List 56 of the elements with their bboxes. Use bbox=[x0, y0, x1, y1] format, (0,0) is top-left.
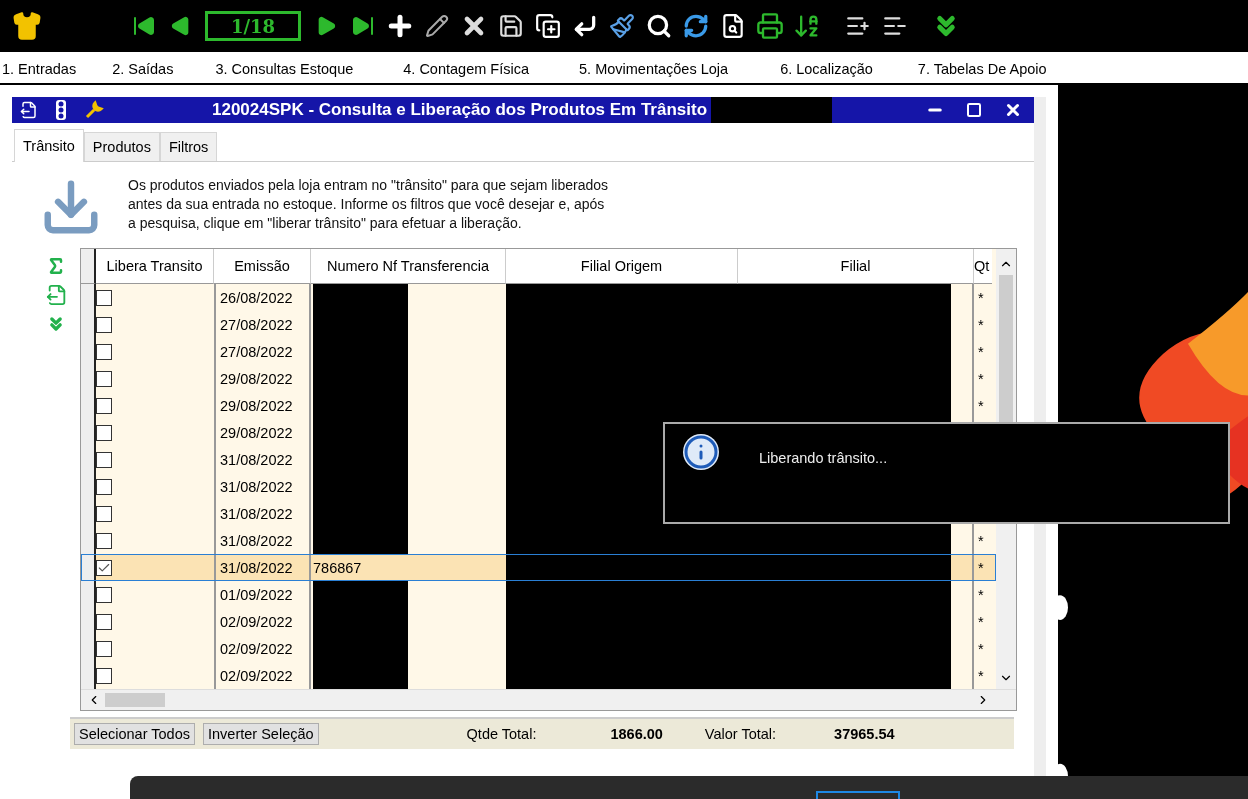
table-cell: * bbox=[978, 397, 984, 414]
popup-message: Liberando trânsito... bbox=[759, 450, 888, 466]
table-cell: 31/08/2022 bbox=[220, 505, 293, 522]
table-cell: * bbox=[978, 586, 984, 603]
tab[interactable]: Produtos bbox=[83, 132, 160, 161]
menu-item[interactable]: 1. Entradas bbox=[2, 61, 77, 77]
total-value: 1866.00 bbox=[610, 726, 663, 742]
menu-item[interactable]: 6. Localização bbox=[780, 61, 873, 77]
table-cell: 01/09/2022 bbox=[220, 586, 293, 603]
menu-item[interactable]: 2. Saídas bbox=[112, 61, 174, 77]
table-cell: 29/08/2022 bbox=[220, 424, 293, 441]
column-header[interactable]: Emissão bbox=[214, 249, 311, 284]
table-cell: * bbox=[978, 613, 984, 630]
table-cell: 31/08/2022 bbox=[220, 478, 293, 495]
menu-item[interactable]: 4. Contagem Física bbox=[403, 61, 529, 77]
table-cell: * bbox=[978, 532, 984, 549]
table-cell: * bbox=[978, 289, 984, 306]
table-cell: 31/08/2022 bbox=[220, 532, 293, 549]
table-cell: 02/09/2022 bbox=[220, 667, 293, 684]
table-cell: 02/09/2022 bbox=[220, 613, 293, 630]
description-text: Os produtos enviados pela loja entram no "trânsito" para que sejam liberados bbox=[128, 176, 608, 195]
menu-item[interactable]: 3. Consultas Estoque bbox=[215, 61, 354, 77]
selected-row[interactable]: 31/08/2022 786867 * bbox=[81, 554, 996, 581]
description-text: a pesquisa, clique em "liberar trânsito" para efetuar a liberação. bbox=[128, 214, 523, 233]
footer-button[interactable]: Selecionar Todos bbox=[74, 723, 195, 745]
total-value: 37965.54 bbox=[834, 726, 895, 742]
table-cell: 31/08/2022 bbox=[220, 451, 293, 468]
total-label: Valor Total: bbox=[704, 726, 777, 742]
table-cell: 29/08/2022 bbox=[220, 397, 293, 414]
column-header[interactable]: Filial bbox=[738, 249, 974, 284]
table-cell: * bbox=[978, 343, 984, 360]
table-cell: 27/08/2022 bbox=[220, 316, 293, 333]
menu-item[interactable]: 5. Movimentações Loja bbox=[579, 61, 729, 77]
column-header[interactable]: Libera Transito bbox=[96, 249, 214, 284]
footer-button[interactable]: Inverter Seleção bbox=[203, 723, 319, 745]
table-cell: 27/08/2022 bbox=[220, 343, 293, 360]
tab[interactable]: Filtros bbox=[159, 132, 218, 161]
table-cell: 29/08/2022 bbox=[220, 370, 293, 387]
table-cell: * bbox=[978, 559, 984, 576]
column-header[interactable]: Filial Origem bbox=[506, 249, 738, 284]
table-cell: * bbox=[978, 667, 984, 684]
page-counter: 1/18 bbox=[205, 11, 301, 41]
description-text: antes da sua entrada no estoque. Informe os filtros que você desejar e, após bbox=[128, 195, 606, 214]
table-cell: * bbox=[978, 316, 984, 333]
table-cell: 02/09/2022 bbox=[220, 640, 293, 657]
table-cell: * bbox=[978, 370, 984, 387]
column-header[interactable]: Qt bbox=[974, 249, 992, 284]
table-cell: * bbox=[978, 640, 984, 657]
table-cell: 26/08/2022 bbox=[220, 289, 293, 306]
table-cell: 31/08/2022 bbox=[220, 559, 293, 576]
column-header[interactable]: Numero Nf Transferencia bbox=[311, 249, 506, 284]
tab[interactable]: Trânsito bbox=[14, 129, 84, 162]
window-title: 120024SPK - Consulta e Liberação dos Produtos Em Trânsito bbox=[212, 100, 708, 120]
total-label: Qtde Total: bbox=[466, 726, 537, 742]
menu-item[interactable]: 7. Tabelas De Apoio bbox=[917, 61, 1047, 77]
table-cell: 786867 bbox=[313, 559, 362, 576]
